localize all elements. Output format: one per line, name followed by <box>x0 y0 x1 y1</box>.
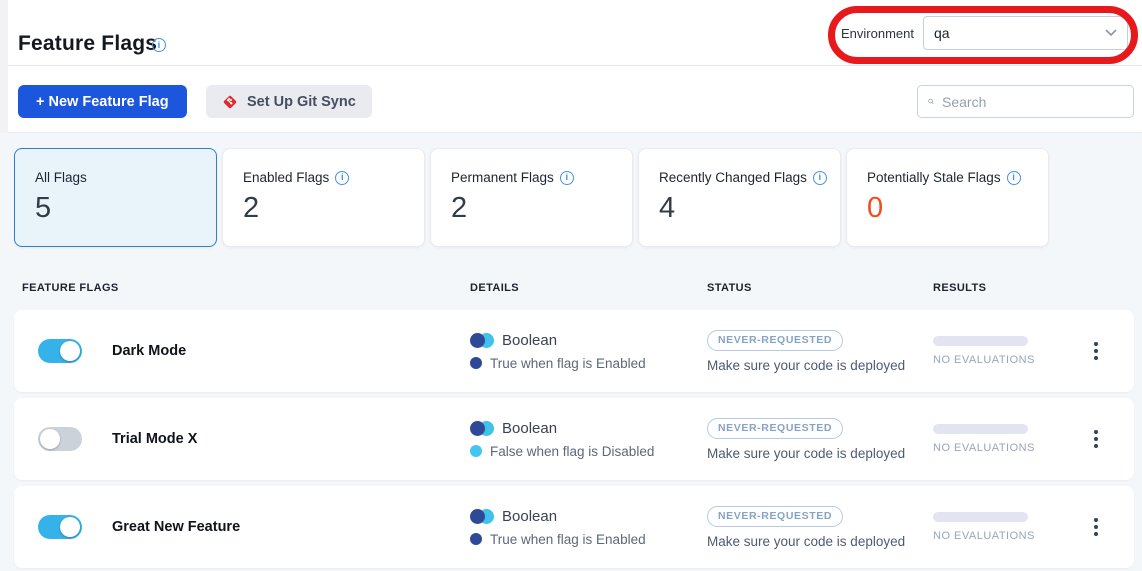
status-text: Make sure your code is deployed <box>707 534 905 549</box>
status-text: Make sure your code is deployed <box>707 446 905 461</box>
stat-value: 0 <box>867 192 1048 225</box>
flag-toggle[interactable] <box>38 515 82 539</box>
info-icon[interactable] <box>335 171 349 185</box>
page-header: Feature Flags Environment qa <box>0 0 1142 66</box>
table-row[interactable]: Trial Mode X Boolean False when flag is … <box>14 398 1134 480</box>
table-row[interactable]: Great New Feature Boolean True when flag… <box>14 486 1134 568</box>
info-icon[interactable] <box>1007 171 1021 185</box>
boolean-type-icon <box>470 509 494 524</box>
stat-value: 2 <box>451 192 632 225</box>
flag-name[interactable]: Trial Mode X <box>112 431 197 447</box>
evaluations-progress-bar <box>933 512 1028 522</box>
column-header-feature-flags: FEATURE FLAGS <box>14 282 470 294</box>
flag-type: Boolean <box>502 508 557 525</box>
search-icon <box>928 94 934 109</box>
table-header: FEATURE FLAGS DETAILS STATUS RESULTS <box>14 282 1134 294</box>
flag-type: Boolean <box>502 420 557 437</box>
info-icon[interactable] <box>813 171 827 185</box>
column-header-details: DETAILS <box>470 282 707 294</box>
stat-label: Potentially Stale Flags <box>867 170 1001 185</box>
evaluations-progress-bar <box>933 336 1028 346</box>
column-header-status: STATUS <box>707 282 933 294</box>
row-menu-button[interactable] <box>1088 424 1104 454</box>
stat-value: 4 <box>659 192 840 225</box>
flag-name[interactable]: Great New Feature <box>112 519 240 535</box>
new-feature-flag-label: + New Feature Flag <box>36 94 169 110</box>
status-badge: NEVER-REQUESTED <box>707 418 843 439</box>
status-text: Make sure your code is deployed <box>707 358 905 373</box>
flag-rule: True when flag is Enabled <box>490 356 646 371</box>
stat-value: 5 <box>35 192 216 225</box>
flag-toggle[interactable] <box>38 427 82 451</box>
stat-card-recently-changed-flags[interactable]: Recently Changed Flags 4 <box>638 148 841 247</box>
title-info-icon[interactable] <box>152 38 166 52</box>
environment-picker: Environment qa <box>841 16 1128 50</box>
row-menu-button[interactable] <box>1088 336 1104 366</box>
stat-label: Permanent Flags <box>451 170 554 185</box>
rule-dot-icon <box>470 357 482 369</box>
page-title: Feature Flags <box>18 32 157 56</box>
stat-card-all-flags[interactable]: All Flags 5 <box>14 148 217 247</box>
content-section: All Flags 5 Enabled Flags 2 Permanent Fl… <box>0 133 1142 571</box>
evaluations-progress-bar <box>933 424 1028 434</box>
stat-label: Recently Changed Flags <box>659 170 807 185</box>
flag-name[interactable]: Dark Mode <box>112 343 186 359</box>
stat-card-enabled-flags[interactable]: Enabled Flags 2 <box>222 148 425 247</box>
environment-label: Environment <box>841 26 914 41</box>
stat-cards: All Flags 5 Enabled Flags 2 Permanent Fl… <box>14 148 1049 247</box>
table-row[interactable]: Dark Mode Boolean True when flag is Enab… <box>14 310 1134 392</box>
set-up-git-sync-button[interactable]: Set Up Git Sync <box>206 85 372 118</box>
search-input[interactable] <box>942 94 1123 110</box>
status-badge: NEVER-REQUESTED <box>707 506 843 527</box>
environment-value: qa <box>934 25 950 41</box>
info-icon[interactable] <box>560 171 574 185</box>
flag-rule: True when flag is Enabled <box>490 532 646 547</box>
rule-dot-icon <box>470 533 482 545</box>
boolean-type-icon <box>470 421 494 436</box>
toolbar: + New Feature Flag Set Up Git Sync <box>0 66 1142 133</box>
column-header-results: RESULTS <box>933 282 1134 294</box>
flag-rule: False when flag is Disabled <box>490 444 654 459</box>
chevron-down-icon <box>1105 29 1117 37</box>
stat-label: Enabled Flags <box>243 170 329 185</box>
flag-toggle[interactable] <box>38 339 82 363</box>
stat-label: All Flags <box>35 170 87 185</box>
stat-value: 2 <box>243 192 424 225</box>
stat-card-potentially-stale-flags[interactable]: Potentially Stale Flags 0 <box>846 148 1049 247</box>
git-icon <box>222 94 238 110</box>
sidebar-edge <box>0 0 8 133</box>
boolean-type-icon <box>470 333 494 348</box>
git-sync-label: Set Up Git Sync <box>247 94 356 110</box>
flag-rows: Dark Mode Boolean True when flag is Enab… <box>14 310 1134 568</box>
flag-type: Boolean <box>502 332 557 349</box>
search-box <box>917 85 1134 118</box>
new-feature-flag-button[interactable]: + New Feature Flag <box>18 85 187 118</box>
row-menu-button[interactable] <box>1088 512 1104 542</box>
stat-card-permanent-flags[interactable]: Permanent Flags 2 <box>430 148 633 247</box>
environment-select[interactable]: qa <box>923 16 1128 50</box>
status-badge: NEVER-REQUESTED <box>707 330 843 351</box>
rule-dot-icon <box>470 445 482 457</box>
